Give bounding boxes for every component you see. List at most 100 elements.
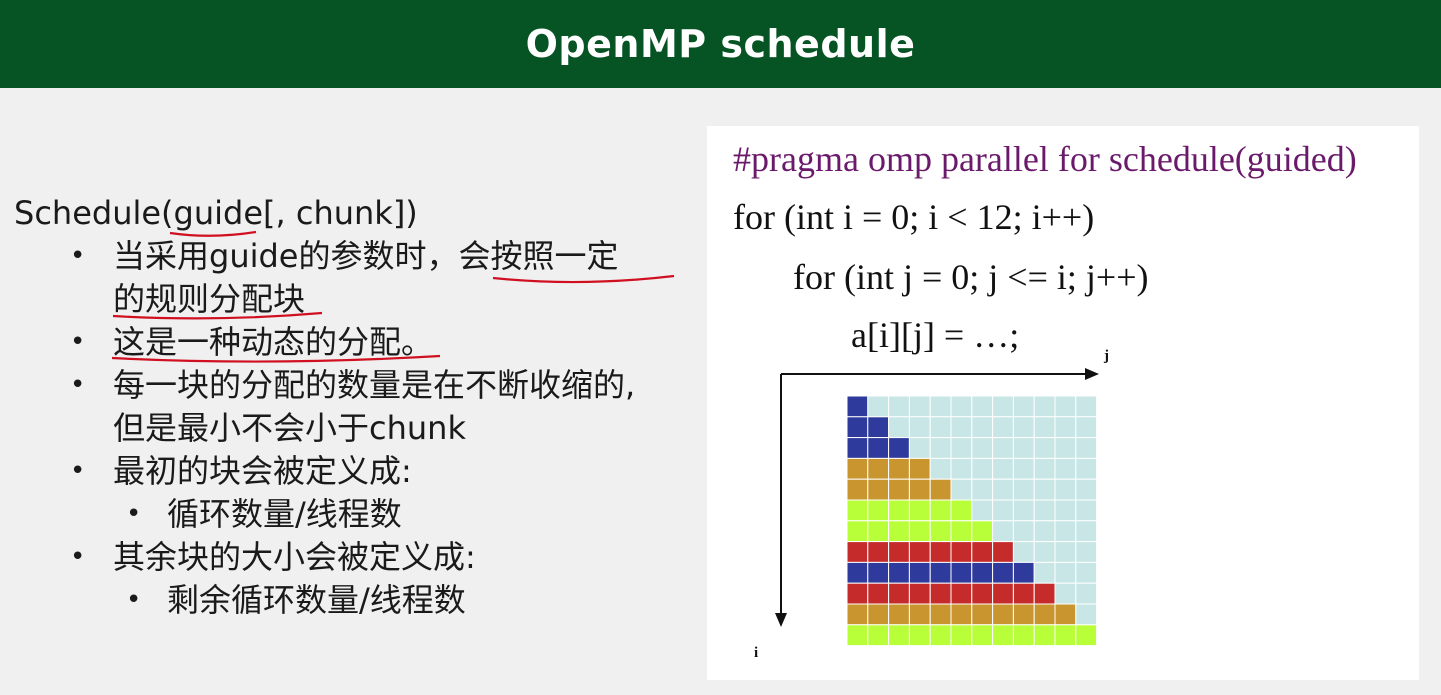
grid-cell-assigned [992,603,1014,626]
underline-dynamic [111,354,441,363]
grid-cell-assigned [846,395,869,418]
grid-cell-empty [867,395,890,418]
grid-cell-empty [1012,395,1035,418]
grid-cell-assigned [846,624,869,647]
grid-cell-assigned [846,478,869,501]
grid-cell-assigned [971,520,994,543]
grid-cell-empty [1033,499,1056,522]
grid-cell-empty [1075,395,1098,418]
grid-cell-empty [908,437,931,459]
grid-cell-assigned [888,541,910,563]
grid-cell-assigned [1012,561,1035,584]
grid-cell-assigned [908,561,931,584]
grid-cell-assigned [888,478,910,501]
grid-cell-assigned [846,499,869,522]
grid-cell-assigned [908,457,931,480]
grid-cell-assigned [908,499,931,522]
grid-cell-empty [1033,395,1056,418]
grid-cell-empty [1054,541,1077,563]
grid-cell-assigned [971,624,994,647]
grid-cell-assigned [846,561,869,584]
grid-cell-assigned [867,624,890,647]
grid-cell-empty [1075,478,1098,501]
grid-cell-empty [992,499,1014,522]
grid-cell-empty [1012,478,1035,501]
guided-schedule-figure: #pragma omp parallel for schedule(guided… [707,126,1419,680]
grid-cell-empty [1054,478,1077,501]
grid-cell-empty [950,437,973,459]
grid-cell-assigned [971,561,994,584]
grid-cell-assigned [1033,624,1056,647]
grid-cell-assigned [992,561,1014,584]
grid-cell-empty [1033,520,1056,543]
grid-cell-assigned [1033,582,1056,605]
grid-cell-assigned [846,437,869,459]
grid-cell-empty [888,395,910,418]
grid-cell-empty [1033,541,1056,563]
grid-cell-empty [1075,582,1098,605]
grid-cell-assigned [867,457,890,480]
grid-cell-assigned [992,582,1014,605]
grid-cell-empty [971,437,994,459]
grid-cell-assigned [1054,603,1077,626]
grid-cell-empty [1054,416,1077,439]
grid-cell-empty [1012,499,1035,522]
grid-cell-empty [971,416,994,439]
grid-cell-empty [971,478,994,501]
grid-cell-assigned [908,541,931,563]
grid-cell-empty [1075,541,1098,563]
grid-cell-assigned [929,624,952,647]
grid-cell-assigned [1033,603,1056,626]
grid-cell-assigned [1075,624,1098,647]
grid-cell-assigned [950,624,973,647]
grid-cell-assigned [929,582,952,605]
j-axis-label: j [1104,348,1109,364]
grid-cell-empty [971,457,994,480]
grid-cell-assigned [950,520,973,543]
grid-cell-assigned [929,603,952,626]
grid-cell-empty [1054,395,1077,418]
grid-cell-assigned [950,582,973,605]
grid-cell-assigned [846,603,869,626]
grid-cell-assigned [908,582,931,605]
grid-cell-assigned [929,541,952,563]
grid-cell-assigned [888,561,910,584]
underline-guide [169,230,257,237]
grid-cell-assigned [908,478,931,501]
grid-cell-assigned [971,582,994,605]
grid-cell-assigned [929,561,952,584]
grid-cell-assigned [888,624,910,647]
grid-cell-empty [929,437,952,459]
grid-cell-empty [1075,416,1098,439]
grid-cell-assigned [971,541,994,563]
grid-cell-assigned [867,561,890,584]
grid-cell-assigned [1012,624,1035,647]
grid-cell-empty [1075,520,1098,543]
grid-cell-empty [1033,457,1056,480]
grid-cell-assigned [908,624,931,647]
grid-cell-empty [1075,499,1098,522]
grid-cell-assigned [846,520,869,543]
grid-cell-empty [950,395,973,418]
grid-cell-assigned [1012,603,1035,626]
grid-cell-assigned [867,520,890,543]
grid-cell-empty [1054,457,1077,480]
grid-cell-empty [1054,561,1077,584]
grid-cell-empty [908,416,931,439]
grid-cell-assigned [950,603,973,626]
grid-cell-empty [1033,561,1056,584]
grid-cell-assigned [846,541,869,563]
grid-cell-empty [1033,478,1056,501]
grid-cell-assigned [888,457,910,480]
grid-cell-empty [1075,457,1098,480]
grid-cell-empty [1012,416,1035,439]
grid-cell-empty [992,416,1014,439]
grid-cell-empty [992,478,1014,501]
grid-cell-assigned [867,499,890,522]
underline-rule-2 [112,311,323,320]
grid-cell-empty [1012,541,1035,563]
grid-cell-assigned [867,541,890,563]
grid-cell-empty [888,416,910,439]
grid-cell-empty [908,395,931,418]
grid-cell-empty [1054,582,1077,605]
